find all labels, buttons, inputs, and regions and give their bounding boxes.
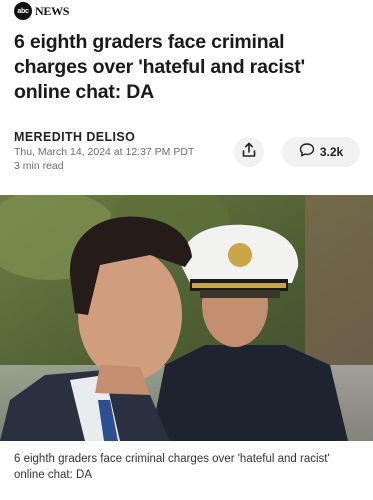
share-icon (241, 142, 257, 163)
photo-caption: 6 eighth graders face criminal charges o… (14, 453, 330, 481)
comments-button[interactable]: 3.2k (282, 137, 360, 167)
abc-news-logo[interactable]: abc NEWS (14, 2, 69, 20)
comment-count: 3.2k (319, 145, 344, 159)
article-photo[interactable] (0, 195, 373, 441)
read-time: 3 min read (14, 160, 64, 172)
photo-illustration (0, 195, 373, 441)
author-name[interactable]: MEREDITH DELISO (14, 130, 234, 144)
top-bar: abc NEWS (0, 0, 373, 22)
publish-date: Thu, March 14, 2024 at 12:37 PM PDT (14, 146, 195, 158)
share-button[interactable] (234, 137, 264, 167)
news-logo-text: NEWS (35, 3, 70, 18)
comment-bubble-icon (299, 142, 315, 163)
article-headline: 6 eighth graders face criminal charges o… (14, 31, 305, 103)
byline: MEREDITH DELISO Thu, March 14, 2024 at 1… (14, 130, 234, 172)
abc-logo-mark: abc (14, 2, 32, 20)
